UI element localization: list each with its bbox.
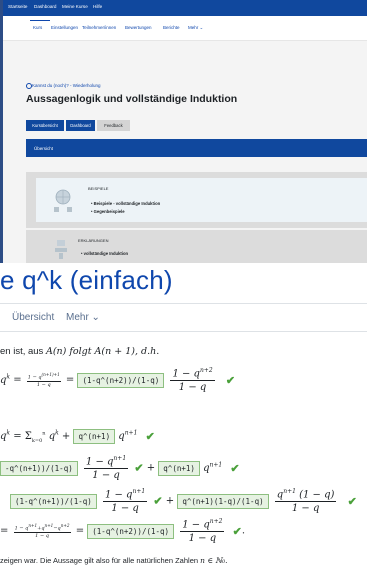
correct-check-icon: ✔ (230, 461, 240, 475)
feedback-button[interactable]: Feedback (97, 120, 130, 131)
overview-label[interactable]: Übersicht (34, 146, 53, 151)
nav-dashboard[interactable]: Dashboard (34, 4, 56, 9)
tab-einstellungen[interactable]: Einstellungen (51, 25, 78, 30)
answer-input[interactable]: q^(n+1)(1-q)/(1-q) (177, 493, 269, 509)
answer-input[interactable]: -q^(n+1))/(1-q) (0, 460, 78, 476)
nav-startseite[interactable]: Startseite (8, 4, 27, 9)
divider (0, 331, 367, 332)
top-navbar: Startseite Dashboard Meine Kurse Hilfe (3, 0, 367, 16)
dashboard-button[interactable]: Dashboard (66, 120, 95, 131)
correct-check-icon: ✔ (134, 461, 144, 475)
tab-uebersicht[interactable]: Übersicht (12, 312, 54, 323)
answer-input[interactable]: (1-q^(n+2))/(1-q) (87, 523, 175, 539)
tab-bewertungen[interactable]: Bewertungen (125, 25, 152, 30)
step-1: qk = 1 − q(n+1)+1 1 − q = (1-q^(n+2))/(1-… (0, 367, 236, 394)
section-title: BEISPIELE (88, 186, 109, 191)
section-beispiele: BEISPIELE • Beispiele - vollständige Ind… (26, 172, 367, 228)
step-3: -q^(n+1))/(1-q) 1 − qn+1 1 − q ✔ + q^(n+1… (0, 455, 240, 481)
step-2: qk = Σk=0n qk + q^(n+1) qn+1 ✔ (0, 429, 155, 444)
step-4: (1-q^(n+1))/(1-q) 1 − qn+1 1 − q ✔ + q^(n… (0, 488, 357, 514)
tab-kurs[interactable]: Kurs (33, 25, 42, 30)
tab-mehr[interactable]: Mehr ⌄ (66, 312, 100, 323)
correct-check-icon: ✔ (153, 494, 163, 508)
nav-meine-kurse[interactable]: Meine Kurse (62, 4, 88, 9)
tab-teilnehmer[interactable]: Teilnehmer/innen (82, 25, 116, 30)
tab-mehr[interactable]: Mehr ⌄ (188, 25, 203, 31)
section-title: ERKLÄRUNGEN (78, 238, 109, 243)
answer-input[interactable]: q^(n+1) (73, 429, 116, 444)
answer-input[interactable]: (1-q^(n+2))/(1-q) (77, 372, 165, 388)
left-edge-bar (0, 0, 3, 263)
divider (0, 303, 367, 304)
section-erklaerungen: ERKLÄRUNGEN • vollständige Induktion (26, 230, 367, 263)
correct-check-icon: ✔ (232, 524, 242, 538)
tree-icon (55, 240, 67, 259)
correct-check-icon: ✔ (225, 373, 236, 387)
answer-input[interactable]: q^(n+1) (158, 460, 200, 476)
nav-hilfe[interactable]: Hilfe (93, 4, 102, 9)
section-item[interactable]: • Beispiele - vollständige Induktion (91, 201, 160, 206)
conclusion-line: zeigen war. Die Aussage gilt also für al… (0, 556, 228, 565)
course-title: Aussagenlogik und vollständige Induktion (26, 93, 238, 105)
section-beispiele-panel: BEISPIELE • Beispiele - vollständige Ind… (36, 178, 367, 222)
breadcrumb[interactable]: Kannst du (noch)? - Wiederholung (32, 83, 101, 88)
correct-check-icon: ✔ (145, 430, 155, 443)
kursuebersicht-button[interactable]: Kursübersicht (26, 120, 64, 131)
answer-input[interactable]: (1-q^(n+1))/(1-q) (10, 493, 97, 509)
globe-icon (54, 189, 72, 212)
intro-line: en ist, aus A(n) folgt A(n + 1), d.h. (0, 346, 160, 357)
active-tab-underline (30, 20, 50, 21)
section-item[interactable]: • Gegenbeispiele (91, 209, 125, 214)
tab-berichte[interactable]: Berichte (163, 25, 180, 30)
section-item[interactable]: • vollständige Induktion (81, 251, 128, 256)
course-page-screenshot: Startseite Dashboard Meine Kurse Hilfe K… (0, 0, 367, 263)
page-title: e q^k (einfach) (0, 265, 173, 295)
correct-check-icon: ✔ (347, 494, 357, 508)
overview-bar (26, 139, 367, 157)
secondary-nav: Kurs Einstellungen Teilnehmer/innen Bewe… (3, 16, 367, 41)
step-5: = 1 − qn+1+qn+1−qn+2 1 − q = (1-q^(n+2))/… (0, 518, 246, 545)
